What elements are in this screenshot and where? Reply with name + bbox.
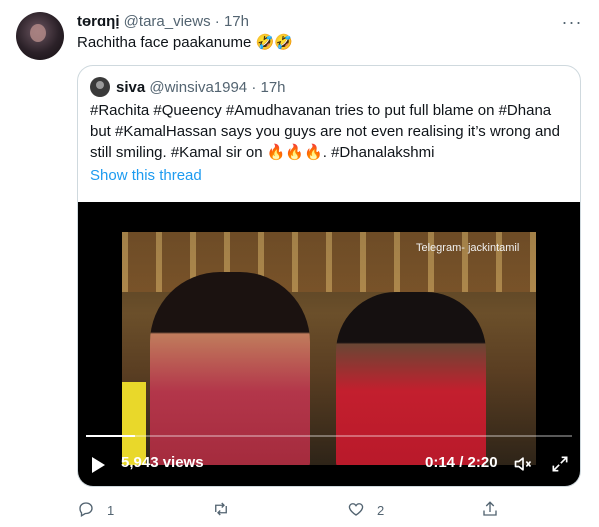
video-watermark: Telegram- jackintamil	[416, 242, 520, 254]
video-person-right	[336, 292, 486, 465]
share-button[interactable]	[481, 500, 499, 521]
progress-fill	[86, 435, 135, 437]
more-options-icon[interactable]: ···	[560, 12, 584, 32]
video-player[interactable]: Telegram- jackintamil 5,943 views 0:14 /…	[78, 202, 580, 486]
action-bar: 1 2	[77, 500, 581, 522]
tweet-header: tɵrɑηị @tara_views · 17h	[77, 12, 249, 32]
handle[interactable]: @tara_views	[124, 13, 211, 30]
quoted-handle[interactable]: @winsiva1994	[149, 79, 247, 96]
reply-icon	[77, 500, 95, 521]
quoted-timestamp[interactable]: 17h	[261, 79, 286, 96]
reply-button[interactable]: 1	[77, 500, 114, 521]
like-count: 2	[377, 503, 385, 518]
show-thread-link[interactable]: Show this thread	[90, 166, 202, 186]
video-figure-edge	[122, 382, 146, 465]
user-avatar[interactable]	[16, 12, 64, 60]
play-icon[interactable]	[92, 457, 105, 473]
video-frame[interactable]: Telegram- jackintamil	[122, 232, 536, 465]
retweet-icon	[212, 500, 230, 521]
reply-count: 1	[107, 503, 115, 518]
timestamp[interactable]: 17h	[224, 13, 249, 30]
quoted-separator: ·	[251, 79, 257, 96]
video-time: 0:14 / 2:20	[425, 454, 498, 471]
fullscreen-icon[interactable]	[550, 454, 570, 474]
like-button[interactable]: 2	[347, 500, 384, 521]
share-icon	[481, 500, 499, 521]
display-name[interactable]: tɵrɑηị	[77, 13, 120, 30]
quoted-display-name[interactable]: siva	[116, 79, 145, 96]
quoted-tweet-card[interactable]: siva @winsiva1994 · 17h #Rachita #Queenc…	[77, 65, 581, 487]
heart-icon	[347, 500, 365, 521]
quoted-avatar[interactable]	[90, 77, 110, 97]
retweet-button[interactable]	[212, 500, 242, 521]
separator: ·	[214, 13, 220, 30]
tweet-text: Rachitha face paakanume 🤣🤣	[77, 34, 293, 51]
view-count: 5,943 views	[121, 454, 204, 471]
quoted-header: siva @winsiva1994 · 17h	[116, 78, 286, 98]
progress-bar[interactable]	[86, 435, 572, 437]
quoted-text: #Rachita #Queency #Amudhavanan tries to …	[90, 102, 560, 161]
mute-icon[interactable]	[512, 454, 534, 474]
